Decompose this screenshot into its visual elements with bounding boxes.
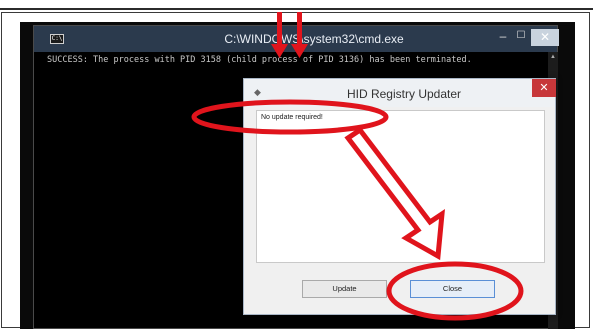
hid-registry-updater-dialog: ◆ HID Registry Updater ✕ No update requi… [243,78,556,315]
cmd-close-button[interactable]: ✕ [531,29,559,46]
close-button[interactable]: Close [410,280,495,298]
cmd-window-title: C:\WINDOWS\system32\cmd.exe [224,32,404,46]
update-button[interactable]: Update [302,280,387,298]
cmd-titlebar[interactable]: C:\ C:\WINDOWS\system32\cmd.exe – ☐ ✕ [34,26,559,52]
dialog-close-button[interactable]: ✕ [532,79,556,97]
message-box: No update required! [256,110,545,263]
minimize-button[interactable]: – [496,30,510,44]
status-message: No update required! [261,114,323,121]
dialog-titlebar[interactable]: ◆ HID Registry Updater ✕ [244,79,556,107]
top-rule [0,8,593,10]
app-icon: ◆ [254,87,261,97]
cmd-output-text: SUCCESS: The process with PID 3158 (chil… [47,55,472,65]
cmd-prompt-icon[interactable]: C:\ [50,34,64,44]
scroll-up-arrow-icon[interactable]: ▲ [548,52,558,62]
dialog-title: HID Registry Updater [346,87,462,101]
maximize-button[interactable]: ☐ [514,30,528,44]
